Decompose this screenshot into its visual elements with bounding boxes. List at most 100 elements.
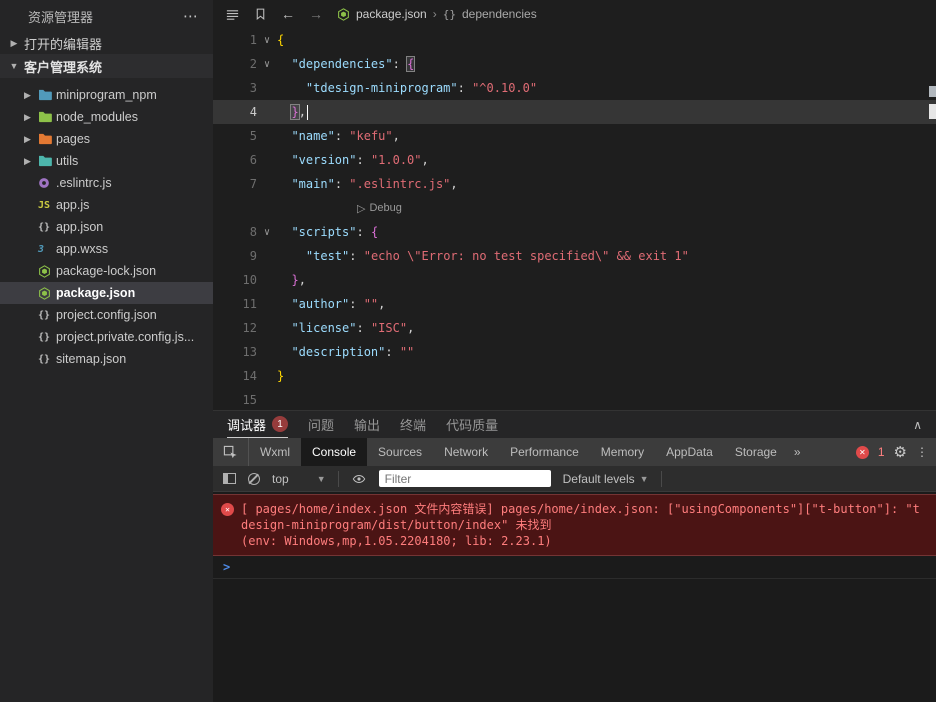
editor-line[interactable]: 7 "main": ".eslintrc.js", bbox=[213, 172, 936, 196]
devtools-tab-performance[interactable]: Performance bbox=[499, 438, 590, 466]
fold-chevron-icon[interactable]: ∨ bbox=[257, 227, 277, 238]
devtools-tab-memory[interactable]: Memory bbox=[590, 438, 655, 466]
tree-item-pages[interactable]: ▶ pages bbox=[0, 128, 213, 150]
file-name: utils bbox=[56, 154, 79, 168]
error-indicator-icon[interactable]: ✕ bbox=[855, 445, 869, 459]
panel-tab-bar: 调试器 1 问题 输出 终端 代码质量 ∧ bbox=[213, 410, 936, 438]
error-env-text: (env: Windows,mp,1.05.2204180; lib: 2.23… bbox=[241, 534, 552, 548]
tree-item-package.json[interactable]: package.json bbox=[0, 282, 213, 304]
panel-tab-终端[interactable]: 终端 bbox=[400, 411, 426, 438]
editor-line[interactable]: 6 "version": "1.0.0", bbox=[213, 148, 936, 172]
file-name: app.json bbox=[56, 220, 104, 234]
breadcrumb-file[interactable]: package.json bbox=[356, 7, 427, 21]
folder-icon bbox=[38, 89, 56, 101]
editor-line[interactable]: 9 "test": "echo \"Error: no test specifi… bbox=[213, 244, 936, 268]
context-selector[interactable]: top ▼ bbox=[272, 472, 326, 486]
chevron-right-icon: ▶ bbox=[24, 133, 31, 144]
file-name: pages bbox=[56, 132, 91, 146]
editor-line[interactable]: 3 "tdesign-miniprogram": "^0.10.0" bbox=[213, 76, 936, 100]
panel-collapse-icon[interactable]: ∧ bbox=[913, 418, 922, 432]
project-label: 客户管理系统 bbox=[24, 59, 103, 75]
chevron-right-icon: ▶ bbox=[10, 37, 18, 48]
devtools-tab-sources[interactable]: Sources bbox=[367, 438, 433, 466]
line-number: 9 bbox=[249, 249, 257, 263]
line-number: 13 bbox=[242, 345, 257, 359]
main-column: ← → package.json › {} dependencies 1 ∨{2 ∨… bbox=[213, 0, 936, 702]
fold-chevron-icon[interactable]: ∨ bbox=[257, 59, 277, 70]
devtools-tab-storage[interactable]: Storage bbox=[724, 438, 788, 466]
editor-line[interactable]: 1 ∨{ bbox=[213, 28, 936, 52]
tree-item-app.wxss[interactable]: 3 app.wxss bbox=[0, 238, 213, 260]
console-sidebar-icon[interactable] bbox=[223, 473, 236, 484]
filter-input[interactable] bbox=[378, 470, 551, 487]
devtools-tab-network[interactable]: Network bbox=[433, 438, 499, 466]
console-body: ✕ [ pages/home/index.json 文件内容错误] pages/… bbox=[213, 492, 936, 702]
devtools-tab-wxml[interactable]: Wxml bbox=[249, 438, 301, 466]
tree-item-sitemap.json[interactable]: {} sitemap.json bbox=[0, 348, 213, 370]
tree-item-project.private.config.js...[interactable]: {} project.private.config.js... bbox=[0, 326, 213, 348]
tree-item-app.js[interactable]: JS app.js bbox=[0, 194, 213, 216]
chevron-right-icon: ▶ bbox=[24, 111, 31, 122]
devtools-tab-appdata[interactable]: AppData bbox=[655, 438, 724, 466]
devtools-window: 资源管理器 ⋯ ▶ 打开的编辑器 ▼ 客户管理系统 ▶ miniprogram_n… bbox=[0, 0, 936, 702]
tree-item-utils[interactable]: ▶ utils bbox=[0, 150, 213, 172]
kebab-menu-icon[interactable]: ⋮ bbox=[916, 445, 928, 459]
eye-icon[interactable] bbox=[351, 472, 367, 486]
editor-line[interactable]: 10 }, bbox=[213, 268, 936, 292]
editor-line[interactable]: 11 "author": "", bbox=[213, 292, 936, 316]
open-editors-section[interactable]: ▶ 打开的编辑器 bbox=[0, 32, 213, 54]
forward-arrow-icon[interactable]: → bbox=[309, 6, 323, 22]
editor-line[interactable]: 13 "description": "" bbox=[213, 340, 936, 364]
line-number: 8 bbox=[249, 225, 257, 239]
editor-line[interactable]: 4 }, bbox=[213, 100, 936, 124]
explorer-more-icon[interactable]: ⋯ bbox=[183, 7, 199, 25]
panel-tab-label: 调试器 bbox=[227, 417, 267, 433]
editor-line[interactable]: 8 ∨ "scripts": { bbox=[213, 220, 936, 244]
back-arrow-icon[interactable]: ← bbox=[281, 6, 295, 22]
project-section[interactable]: ▼ 客户管理系统 bbox=[0, 54, 213, 78]
outline-list-icon[interactable] bbox=[225, 7, 240, 22]
editor-line[interactable]: 15 bbox=[213, 388, 936, 410]
code-text: "description": "" bbox=[291, 345, 415, 359]
panel-tab-输出[interactable]: 输出 bbox=[354, 411, 380, 438]
console-empty-area[interactable] bbox=[213, 579, 936, 702]
error-indicator-count: 1 bbox=[877, 445, 885, 459]
tab-overflow-icon[interactable]: » bbox=[788, 438, 807, 466]
panel-tab-问题[interactable]: 问题 bbox=[308, 411, 334, 438]
tree-item-project.config.json[interactable]: {} project.config.json bbox=[0, 304, 213, 326]
editor-line[interactable]: ▷ Debug bbox=[213, 196, 936, 220]
log-levels-label: Default levels bbox=[562, 471, 635, 486]
console-error-message[interactable]: ✕ [ pages/home/index.json 文件内容错误] pages/… bbox=[213, 494, 936, 556]
editor-line[interactable]: 12 "license": "ISC", bbox=[213, 316, 936, 340]
error-text: [ pages/home/index.json 文件内容错误] pages/ho… bbox=[241, 502, 920, 532]
editor-topbar: ← → package.json › {} dependencies bbox=[213, 0, 936, 28]
clear-console-icon[interactable] bbox=[248, 472, 260, 485]
devtools-tab-console[interactable]: Console bbox=[301, 438, 368, 466]
breadcrumb-symbol[interactable]: dependencies bbox=[462, 7, 537, 21]
tree-item-package-lock.json[interactable]: package-lock.json bbox=[0, 260, 213, 282]
editor-line[interactable]: 2 ∨ "dependencies": { bbox=[213, 52, 936, 76]
caret-down-icon: ▼ bbox=[639, 473, 649, 484]
fold-chevron-icon[interactable]: ∨ bbox=[257, 35, 277, 46]
explorer-sidebar: 资源管理器 ⋯ ▶ 打开的编辑器 ▼ 客户管理系统 ▶ miniprogram_n… bbox=[0, 0, 213, 702]
line-number: 7 bbox=[249, 177, 257, 191]
element-picker-icon[interactable] bbox=[213, 438, 249, 466]
tree-item-.eslintrc.js[interactable]: .eslintrc.js bbox=[0, 172, 213, 194]
log-levels-selector[interactable]: Default levels ▼ bbox=[563, 472, 649, 486]
tree-item-node_modules[interactable]: ▶ node_modules bbox=[0, 106, 213, 128]
editor-line[interactable]: 5 "name": "kefu", bbox=[213, 124, 936, 148]
debug-codelens[interactable]: ▷ Debug bbox=[277, 202, 402, 215]
code-editor[interactable]: 1 ∨{2 ∨ "dependencies": {3 "tdesign-minipr… bbox=[213, 28, 936, 410]
tree-item-app.json[interactable]: {} app.json bbox=[0, 216, 213, 238]
line-number: 4 bbox=[249, 105, 257, 119]
console-prompt[interactable]: > bbox=[213, 556, 936, 579]
code-text: }, bbox=[277, 104, 309, 120]
panel-tab-代码质量[interactable]: 代码质量 bbox=[446, 411, 498, 438]
tree-item-miniprogram_npm[interactable]: ▶ miniprogram_npm bbox=[0, 84, 213, 106]
code-text: }, bbox=[291, 273, 306, 287]
gear-icon[interactable]: ⚙ bbox=[894, 443, 907, 461]
bookmark-icon[interactable] bbox=[254, 7, 267, 21]
editor-line[interactable]: 14} bbox=[213, 364, 936, 388]
panel-tab-调试器[interactable]: 调试器 1 bbox=[227, 411, 289, 438]
code-text: "test": "echo \"Error: no test specified… bbox=[305, 249, 689, 263]
